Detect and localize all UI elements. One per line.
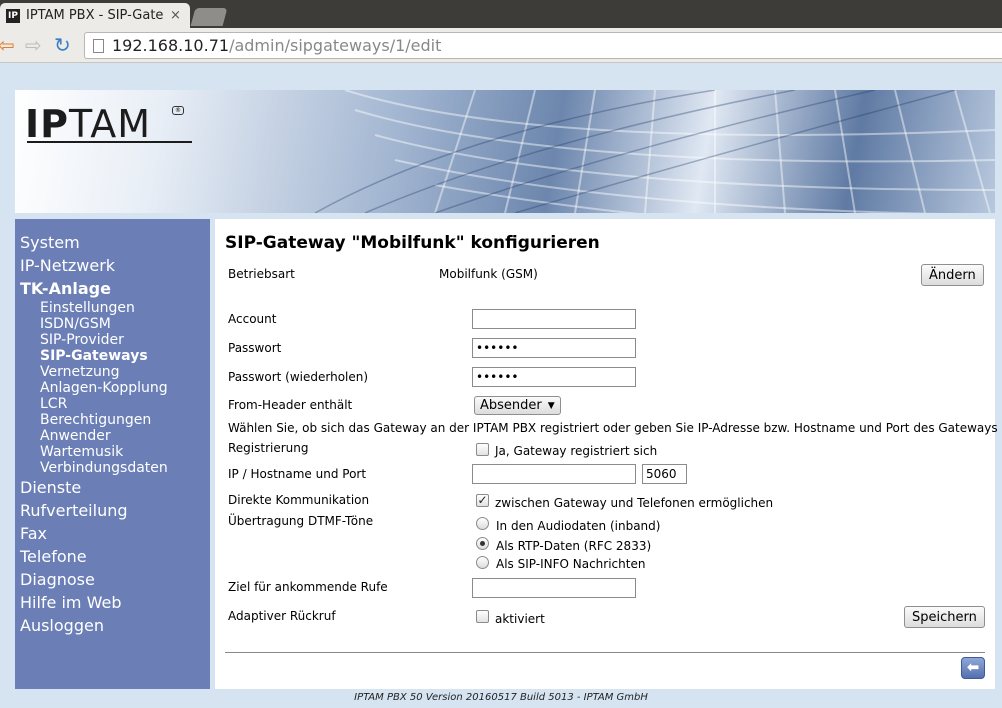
sidebar-item-system[interactable]: System xyxy=(15,231,210,254)
passwort-input[interactable] xyxy=(472,338,636,358)
direkte-kommunikation-checkbox[interactable]: ✓ xyxy=(476,494,489,507)
divider xyxy=(225,652,985,653)
registrierung-checkbox-label: Ja, Gateway registriert sich xyxy=(495,444,658,458)
ip-hostname-input[interactable] xyxy=(472,464,636,484)
sidebar-item-ausloggen[interactable]: Ausloggen xyxy=(15,614,210,637)
adaptiver-rueckruf-checkbox-label: aktiviert xyxy=(495,612,545,626)
dtmf-option-inband-label: In den Audiodaten (inband) xyxy=(496,519,661,533)
logo-badge-icon: ® xyxy=(172,106,184,115)
tab-close-icon[interactable]: × xyxy=(170,8,181,23)
dtmf-radio-rtp[interactable] xyxy=(476,537,489,550)
url-path: /admin/sipgateways/1/edit xyxy=(229,36,442,55)
back-arrow-icon[interactable]: ⇦ xyxy=(0,34,15,56)
logo-underline xyxy=(27,141,192,143)
sidebar-sub-wartemusik[interactable]: Wartemusik xyxy=(15,444,210,460)
sidebar-sub-berechtigungen[interactable]: Berechtigungen xyxy=(15,412,210,428)
sidebar-sub-anlagen-kopplung[interactable]: Anlagen-Kopplung xyxy=(15,380,210,396)
page-icon xyxy=(93,38,104,53)
sidebar-nav: System IP-Netzwerk TK-Anlage Einstellung… xyxy=(15,219,210,689)
address-bar[interactable]: 192.168.10.71/admin/sipgateways/1/edit xyxy=(84,32,1002,59)
direkte-kommunikation-label: Direkte Kommunikation xyxy=(228,493,370,507)
betriebsart-label: Betriebsart xyxy=(228,267,295,281)
sidebar-sub-verbindungsdaten[interactable]: Verbindungsdaten xyxy=(15,460,210,476)
dtmf-radio-sip-info[interactable] xyxy=(476,556,489,569)
forward-arrow-icon[interactable]: ⇨ xyxy=(25,34,42,56)
direkte-kommunikation-checkbox-label: zwischen Gateway und Telefonen ermöglich… xyxy=(495,496,774,510)
from-header-label: From-Header enthält xyxy=(228,398,353,412)
sidebar-item-telefone[interactable]: Telefone xyxy=(15,545,210,568)
url-host: 192.168.10.71 xyxy=(112,36,230,55)
chevron-down-icon: ▼ xyxy=(547,400,555,411)
from-header-selected: Absender xyxy=(480,398,542,413)
dtmf-option-rtp-label: Als RTP-Daten (RFC 2833) xyxy=(496,539,652,553)
sidebar-item-diagnose[interactable]: Diagnose xyxy=(15,568,210,591)
sidebar-item-rufverteilung[interactable]: Rufverteilung xyxy=(15,499,210,522)
from-header-select[interactable]: Absender ▼ xyxy=(474,396,561,415)
dtmf-option-sip-info-label: Als SIP-INFO Nachrichten xyxy=(496,557,646,571)
banner-grid-image xyxy=(314,90,995,213)
account-label: Account xyxy=(228,312,277,326)
adaptiver-rueckruf-checkbox[interactable] xyxy=(476,610,489,623)
dtmf-label: Übertragung DTMF-Töne xyxy=(228,514,374,528)
browser-tabbar: IP IPTAM PBX - SIP-Gateways × xyxy=(0,0,1002,28)
ip-hostname-label: IP / Hostname und Port xyxy=(228,467,367,481)
tab-title: IPTAM PBX - SIP-Gateways xyxy=(26,8,164,23)
footer-version: IPTAM PBX 50 Version 20160517 Build 5013… xyxy=(354,692,648,703)
sidebar-item-tk-anlage[interactable]: TK-Anlage xyxy=(15,277,210,300)
sidebar-item-ip-netzwerk[interactable]: IP-Netzwerk xyxy=(15,254,210,277)
sidebar-sub-lcr[interactable]: LCR xyxy=(15,396,210,412)
ziel-label: Ziel für ankommende Rufe xyxy=(228,580,388,594)
sidebar-item-dienste[interactable]: Dienste xyxy=(15,476,210,499)
dtmf-radio-inband[interactable] xyxy=(476,517,489,530)
sidebar-item-hilfe-im-web[interactable]: Hilfe im Web xyxy=(15,591,210,614)
sidebar-sub-einstellungen[interactable]: Einstellungen xyxy=(15,300,210,316)
favicon-icon: IP xyxy=(6,8,20,23)
aendern-button[interactable]: Ändern xyxy=(921,264,984,286)
registrierung-checkbox[interactable] xyxy=(476,443,489,456)
sidebar-item-fax[interactable]: Fax xyxy=(15,522,210,545)
page-title: SIP-Gateway "Mobilfunk" konfigurieren xyxy=(225,233,600,253)
gateway-hint-text: Wählen Sie, ob sich das Gateway an der I… xyxy=(228,421,1002,435)
browser-toolbar: ⇦ ⇨ ↻ 192.168.10.71/admin/sipgateways/1/… xyxy=(0,28,1002,63)
main-content: SIP-Gateway "Mobilfunk" konfigurieren Be… xyxy=(215,219,1002,689)
betriebsart-value: Mobilfunk (GSM) xyxy=(439,267,538,281)
account-input[interactable] xyxy=(472,309,636,329)
new-tab-button[interactable] xyxy=(190,8,228,26)
passwort-wiederholen-label: Passwort (wiederholen) xyxy=(228,370,369,384)
sidebar-sub-vernetzung[interactable]: Vernetzung xyxy=(15,364,210,380)
sidebar-sub-sip-gateways[interactable]: SIP-Gateways xyxy=(15,348,210,364)
header-banner: IPTAM ® xyxy=(15,90,995,213)
sidebar-sub-anwender[interactable]: Anwender xyxy=(15,428,210,444)
sidebar-sub-isdn-gsm[interactable]: ISDN/GSM xyxy=(15,316,210,332)
passwort-wiederholen-input[interactable] xyxy=(472,367,636,387)
reload-icon[interactable]: ↻ xyxy=(54,34,71,56)
back-button-icon[interactable]: ⬅ xyxy=(961,657,985,679)
adaptiver-rueckruf-label: Adaptiver Rückruf xyxy=(228,609,336,623)
passwort-label: Passwort xyxy=(228,341,282,355)
speichern-button[interactable]: Speichern xyxy=(904,606,985,628)
browser-tab-active[interactable]: IP IPTAM PBX - SIP-Gateways × xyxy=(0,3,190,28)
port-input[interactable] xyxy=(642,464,687,484)
ziel-input[interactable] xyxy=(472,578,636,598)
registrierung-label: Registrierung xyxy=(228,441,309,455)
sidebar-sub-sip-provider[interactable]: SIP-Provider xyxy=(15,332,210,348)
iptam-logo: IPTAM xyxy=(25,102,152,146)
